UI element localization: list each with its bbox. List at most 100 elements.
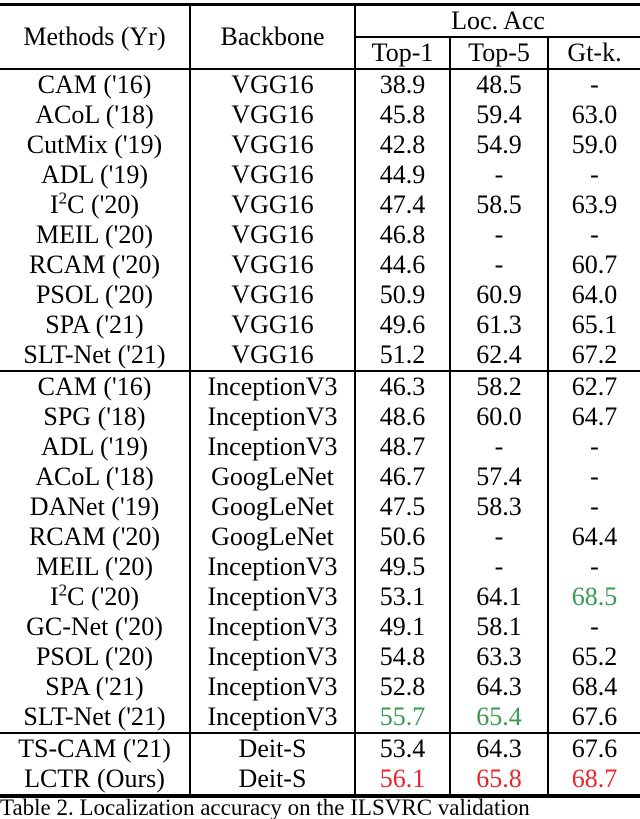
cell-method: ACoL ('18) bbox=[35, 100, 154, 129]
cell-backbone: VGG16 bbox=[189, 190, 355, 220]
cell-backbone: Deit-S bbox=[189, 733, 355, 764]
cell-backbone: GoogLeNet bbox=[189, 462, 355, 492]
cell-backbone: VGG16 bbox=[189, 100, 355, 130]
cell-method: MEIL ('20) bbox=[35, 220, 154, 249]
cell-top5: 64.3 bbox=[449, 672, 548, 702]
cell-method: SPG ('18) bbox=[43, 402, 146, 431]
cell-top1: 47.5 bbox=[354, 492, 450, 522]
cell-gtk: 67.2 bbox=[546, 340, 640, 371]
table-row: CAM ('16) InceptionV3 46.3 58.2 62.7 bbox=[0, 371, 640, 402]
table-row: ADL ('19) InceptionV3 48.7- - bbox=[0, 432, 640, 462]
cell-backbone: GoogLeNet bbox=[189, 492, 355, 522]
cell-top1: 48.7 bbox=[354, 432, 450, 462]
cell-backbone: InceptionV3 bbox=[189, 672, 355, 702]
method-superscript: 2 bbox=[58, 188, 68, 208]
cell-backbone: Deit-S bbox=[189, 764, 355, 796]
cell-backbone: InceptionV3 bbox=[189, 702, 355, 733]
cell-top1: 49.6 bbox=[354, 310, 450, 340]
cell-backbone: InceptionV3 bbox=[189, 552, 355, 582]
cell-gtk: - bbox=[546, 462, 640, 492]
table-row: I2C ('20) InceptionV3 53.1 64.1 68.5 bbox=[0, 580, 640, 612]
cell-gtk: - bbox=[546, 69, 640, 100]
cell-backbone: VGG16 bbox=[189, 310, 355, 340]
table-row: MEIL ('20) VGG16 46.8- - bbox=[0, 220, 640, 250]
cell-top1: 49.5 bbox=[354, 552, 450, 582]
cell-top5: 59.4 bbox=[449, 100, 548, 130]
cell-backbone: InceptionV3 bbox=[189, 371, 355, 402]
cell-top5: 63.3 bbox=[449, 642, 548, 672]
cell-gtk: - bbox=[546, 552, 640, 582]
cell-top1: 52.8 bbox=[354, 672, 450, 702]
cell-top5: 64.1 bbox=[449, 582, 548, 612]
table-row: SPG ('18) InceptionV3 48.6 60.0 64.7 bbox=[0, 402, 640, 432]
cell-top1: 46.8 bbox=[354, 220, 450, 250]
cell-gtk: 68.4 bbox=[546, 672, 640, 702]
cell-top1: 55.7 bbox=[354, 702, 450, 733]
cell-top5: 58.2 bbox=[449, 371, 548, 402]
table-body: CAM ('16) VGG16 38.9 48.5- ACoL ('18) VGG16 45… bbox=[0, 69, 640, 796]
cell-method: LCTR (Ours) bbox=[24, 764, 165, 793]
cell-gtk: 67.6 bbox=[546, 702, 640, 733]
table-row: SPA ('21) InceptionV3 52.8 64.3 68.4 bbox=[0, 672, 640, 702]
cell-backbone: VGG16 bbox=[189, 130, 355, 160]
figure-caption: Table 2. Localization accuracy on the IL… bbox=[0, 795, 640, 819]
table-row: SLT-Net ('21) InceptionV3 55.7 65.4 67.6 bbox=[0, 702, 640, 733]
cell-method: RCAM ('20) bbox=[28, 522, 161, 551]
cell-top5: 60.0 bbox=[449, 402, 548, 432]
table-row: TS-CAM ('21) Deit-S 53.4 64.3 67.6 bbox=[0, 733, 640, 764]
cell-top5: 65.4 bbox=[449, 702, 548, 733]
cell-top5: - bbox=[449, 250, 548, 280]
cell-top5: 58.1 bbox=[449, 612, 548, 642]
cell-method: PSOL ('20) bbox=[35, 280, 154, 309]
cell-gtk: - bbox=[546, 492, 640, 522]
cell-method: SPA ('21) bbox=[45, 672, 144, 701]
cell-top5: 48.5 bbox=[449, 69, 548, 100]
localization-accuracy-table: Methods (Yr) Backbone Loc. Acc Top-1 Top… bbox=[0, 3, 640, 798]
column-header-top5: Top-5 bbox=[449, 37, 548, 69]
cell-method: ADL ('19) bbox=[41, 160, 148, 189]
table-row: ADL ('19) VGG16 44.9- - bbox=[0, 160, 640, 190]
cell-backbone: InceptionV3 bbox=[189, 582, 355, 612]
cell-backbone: InceptionV3 bbox=[189, 642, 355, 672]
cell-top1: 56.1 bbox=[354, 764, 450, 796]
cell-gtk: - bbox=[546, 220, 640, 250]
cell-method: I2C ('20) bbox=[49, 580, 140, 611]
table-row: I2C ('20) VGG16 47.4 58.5 63.9 bbox=[0, 188, 640, 220]
table-figure: Methods (Yr) Backbone Loc. Acc Top-1 Top… bbox=[0, 0, 640, 819]
table-row: SLT-Net ('21) VGG16 51.2 62.4 67.2 bbox=[0, 340, 640, 371]
cell-method: CAM ('16) bbox=[37, 372, 152, 401]
cell-gtk: 63.9 bbox=[546, 190, 640, 220]
cell-top1: 51.2 bbox=[354, 340, 450, 371]
cell-gtk: 64.4 bbox=[546, 522, 640, 552]
table-row: LCTR (Ours) Deit-S 56.1 65.8 68.7 bbox=[0, 764, 640, 796]
cell-top5: 62.4 bbox=[449, 340, 548, 371]
cell-top5: 61.3 bbox=[449, 310, 548, 340]
cell-gtk: - bbox=[546, 612, 640, 642]
cell-top1: 54.8 bbox=[354, 642, 450, 672]
cell-top1: 44.9 bbox=[354, 160, 450, 190]
cell-backbone: InceptionV3 bbox=[189, 612, 355, 642]
cell-gtk: 59.0 bbox=[546, 130, 640, 160]
cell-method: SPA ('21) bbox=[45, 310, 144, 339]
cell-gtk: 68.5 bbox=[546, 582, 640, 612]
cell-backbone: VGG16 bbox=[189, 220, 355, 250]
cell-method: ACoL ('18) bbox=[35, 462, 154, 491]
cell-top5: 60.9 bbox=[449, 280, 548, 310]
table-row: MEIL ('20) InceptionV3 49.5- - bbox=[0, 552, 640, 582]
cell-backbone: VGG16 bbox=[189, 340, 355, 371]
table-row: DANet ('19) GoogLeNet 47.5 58.3- bbox=[0, 492, 640, 522]
cell-top1: 45.8 bbox=[354, 100, 450, 130]
cell-method: GC-Net ('20) bbox=[26, 612, 163, 641]
cell-top1: 38.9 bbox=[354, 69, 450, 100]
cell-top5: 58.5 bbox=[449, 190, 548, 220]
table-header: Methods (Yr) Backbone Loc. Acc Top-1 Top… bbox=[0, 4, 640, 69]
cell-method: I2C ('20) bbox=[49, 188, 140, 219]
cell-top5: - bbox=[449, 522, 548, 552]
cell-top1: 48.6 bbox=[354, 402, 450, 432]
cell-method: CutMix ('19) bbox=[26, 130, 163, 159]
cell-backbone: InceptionV3 bbox=[189, 432, 355, 462]
cell-top5: - bbox=[449, 432, 548, 462]
cell-top1: 46.3 bbox=[354, 371, 450, 402]
table-row: CutMix ('19) VGG16 42.8 54.9 59.0 bbox=[0, 130, 640, 160]
cell-top1: 53.1 bbox=[354, 582, 450, 612]
